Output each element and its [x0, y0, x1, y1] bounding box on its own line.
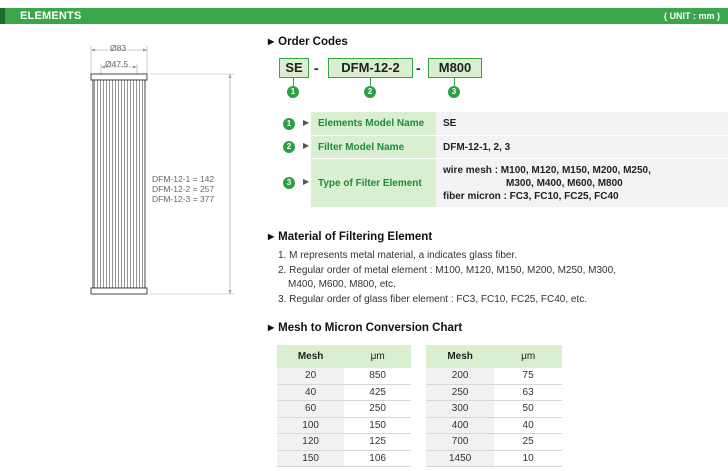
definition-value: DFM-12-1, 2, 3: [436, 136, 728, 158]
definition-row-2: 2 ▶ Filter Model Name DFM-12-1, 2, 3: [280, 136, 728, 158]
definition-number-1: 1: [283, 118, 295, 130]
table-row: 150 106: [277, 450, 411, 467]
table-row: 40 425: [277, 384, 411, 401]
definition-label: Elements Model Name: [311, 112, 436, 135]
definition-value: SE: [436, 112, 728, 135]
length-label-3: DFM-12-3 = 377: [152, 194, 215, 204]
conversion-table-right: Mesh μm 200 75 250 63 300 50 400 40 700 25 14…: [426, 345, 562, 467]
triangle-bullet-icon: ▶: [268, 323, 275, 332]
code-connector-3: [454, 78, 455, 86]
arrow-icon: ▶: [303, 118, 310, 127]
code-box-element-type: M800: [428, 58, 482, 78]
table-row: 200 75: [426, 368, 562, 385]
code-dash-1: -: [314, 60, 319, 76]
material-list: 1. M represents metal material, a indica…: [278, 249, 616, 307]
material-heading: ▶ Material of Filtering Element: [268, 231, 433, 243]
definition-number-2: 2: [283, 141, 295, 153]
table-row: 120 125: [277, 433, 411, 451]
definition-label: Type of Filter Element: [311, 159, 436, 207]
triangle-bullet-icon: ▶: [268, 232, 275, 241]
definition-number-3: 3: [283, 177, 295, 189]
table-row: 300 50: [426, 400, 562, 418]
code-number-2: 2: [364, 86, 376, 98]
column-header-um: μm: [494, 345, 562, 368]
column-header-um: μm: [344, 345, 411, 368]
material-item-1: 1. M represents metal material, a indica…: [278, 250, 517, 261]
definition-row-3: 3 ▶ Type of Filter Element wire mesh : M…: [280, 159, 728, 207]
column-header-mesh: Mesh: [426, 345, 495, 368]
material-item-3: 3. Regular order of glass fiber element …: [278, 293, 588, 305]
inner-diameter-label: Ø47.5: [105, 59, 129, 69]
code-connector-2: [370, 78, 371, 86]
conversion-heading: ▶ Mesh to Micron Conversion Chart: [268, 322, 463, 334]
table-row: 100 150: [277, 417, 411, 434]
code-number-3: 3: [448, 86, 460, 98]
table-row: 60 250: [277, 400, 411, 418]
table-row: 20 850: [277, 368, 411, 385]
code-box-filter-model: DFM-12-2: [328, 58, 413, 78]
conversion-table-left: Mesh μm 20 850 40 425 60 250 100 150 120 125 …: [277, 345, 411, 467]
table-row: 700 25: [426, 433, 562, 451]
arrow-icon: ▶: [303, 141, 310, 150]
definition-value: wire mesh : M100, M120, M150, M200, M250…: [436, 159, 728, 207]
material-item-2: 2. Regular order of metal element : M100…: [278, 264, 616, 276]
triangle-bullet-icon: ▶: [268, 37, 275, 46]
code-dash-2: -: [416, 60, 421, 76]
table-row: 250 63: [426, 384, 562, 401]
definition-label: Filter Model Name: [311, 136, 436, 158]
code-connector-1: [293, 78, 294, 86]
outer-diameter-label: Ø83: [110, 43, 127, 53]
arrow-icon: ▶: [303, 177, 310, 186]
table-row: 400 40: [426, 417, 562, 434]
column-header-mesh: Mesh: [277, 345, 345, 368]
material-item-2-cont: M400, M600, M800, etc.: [288, 279, 396, 290]
order-codes-heading: ▶ Order Codes: [268, 36, 348, 48]
definition-row-1: 1 ▶ Elements Model Name SE: [280, 112, 728, 135]
table-row: 1450 10: [426, 450, 562, 467]
code-box-se: SE: [279, 58, 309, 78]
code-number-1: 1: [287, 86, 299, 98]
